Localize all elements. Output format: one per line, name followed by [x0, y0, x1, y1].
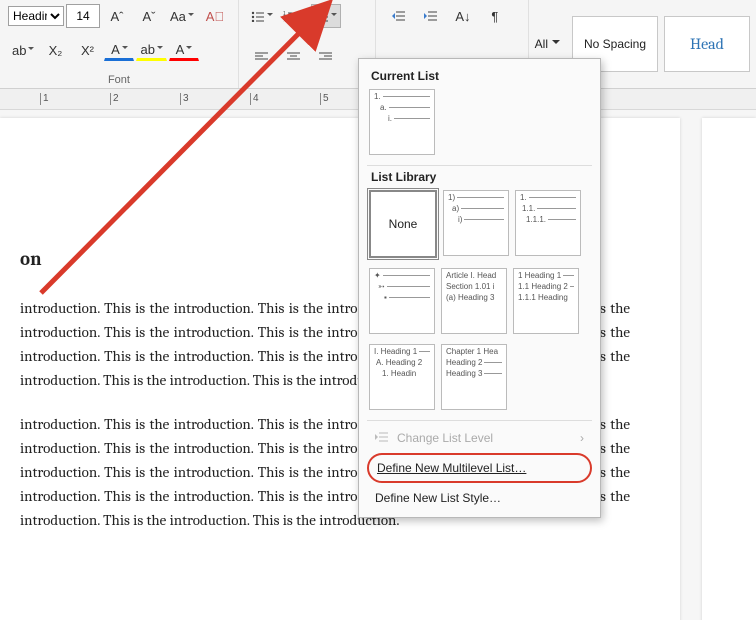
- show-marks-button[interactable]: ¶: [480, 4, 510, 28]
- align-center-button[interactable]: [279, 44, 309, 68]
- clear-formatting-button[interactable]: A⃠: [200, 4, 230, 28]
- ruler-tick: 3: [180, 93, 189, 105]
- ruler-tick: 4: [250, 93, 259, 105]
- panel-section-current: Current List: [371, 69, 588, 83]
- list-swatch[interactable]: 1 Heading 1 1.1 Heading 2 1.1.1 Heading: [513, 268, 579, 334]
- define-list-style-item[interactable]: Define New List Style…: [367, 485, 592, 511]
- sort-button[interactable]: A↓: [448, 4, 478, 28]
- align-right-button[interactable]: [311, 44, 341, 68]
- indent-icon: [375, 431, 389, 445]
- increase-indent-button[interactable]: [416, 4, 446, 28]
- ruler-tick: 5: [320, 93, 329, 105]
- multilevel-list-button[interactable]: 1ai: [311, 4, 341, 28]
- list-swatch[interactable]: Article I. Head Section 1.01 i (a) Headi…: [441, 268, 507, 334]
- list-swatch[interactable]: 1) a) i): [443, 190, 509, 256]
- font-size-input[interactable]: [66, 4, 100, 28]
- multilevel-list-panel: Current List 1. a. i. List Library None …: [358, 58, 601, 518]
- align-left-button[interactable]: [247, 44, 277, 68]
- font-group-label: Font: [8, 74, 230, 86]
- next-page-peek: [702, 118, 756, 620]
- ruler-tick: 2: [110, 93, 119, 105]
- font-group: Headir Aˆ Aˇ Aa A⃠ ab X₂ X² A ab A Font: [0, 0, 239, 88]
- svg-text:3: 3: [283, 19, 286, 22]
- current-list-swatch[interactable]: 1. a. i.: [369, 89, 435, 155]
- define-multilevel-list-item[interactable]: Define New Multilevel List…: [369, 455, 590, 481]
- ruler-tick: 1: [40, 93, 49, 105]
- svg-text:i: i: [319, 19, 320, 22]
- change-list-level-item: Change List Level ›: [367, 425, 592, 451]
- font-color-button[interactable]: A: [169, 39, 199, 61]
- font-name-select[interactable]: Headir: [8, 6, 64, 26]
- list-swatch[interactable]: ✦ ➳ ▪: [369, 268, 435, 334]
- superscript-button[interactable]: X²: [72, 38, 102, 62]
- subscript-button[interactable]: X₂: [40, 38, 70, 62]
- highlight-button[interactable]: ab: [136, 39, 166, 61]
- text-effects-button[interactable]: A: [104, 39, 134, 61]
- paragraph-group: 123 1ai: [239, 0, 376, 88]
- styles-filter-dropdown[interactable]: All: [535, 37, 566, 51]
- list-none-swatch[interactable]: None: [369, 190, 437, 258]
- style-heading[interactable]: Head: [664, 16, 750, 72]
- change-case-button[interactable]: Aa: [166, 4, 198, 28]
- panel-section-library: List Library: [371, 170, 588, 184]
- numbering-button[interactable]: 123: [279, 4, 309, 28]
- strikethrough-button[interactable]: ab: [8, 38, 38, 62]
- grow-font-button[interactable]: Aˆ: [102, 4, 132, 28]
- list-swatch[interactable]: 1. 1.1. 1.1.1.: [515, 190, 581, 256]
- shrink-font-button[interactable]: Aˇ: [134, 4, 164, 28]
- list-swatch[interactable]: Chapter 1 Hea Heading 2 Heading 3: [441, 344, 507, 410]
- bullets-button[interactable]: [247, 4, 277, 28]
- decrease-indent-button[interactable]: [384, 4, 414, 28]
- chevron-right-icon: ›: [580, 431, 584, 445]
- list-swatch[interactable]: I. Heading 1 A. Heading 2 1. Headin: [369, 344, 435, 410]
